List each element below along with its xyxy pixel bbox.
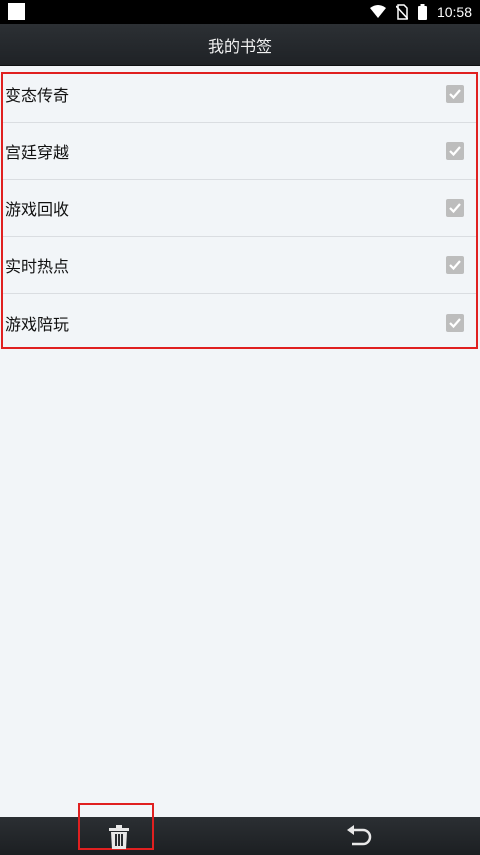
bookmark-checkbox[interactable] — [446, 313, 464, 332]
undo-arrow-icon[interactable] — [346, 825, 372, 849]
check-icon — [449, 146, 461, 157]
list-item[interactable]: 变态传奇 — [3, 66, 476, 123]
status-bar: 10:58 — [0, 0, 480, 24]
bookmark-checkbox[interactable] — [446, 85, 464, 103]
bookmark-checkbox[interactable] — [446, 256, 464, 274]
page-title: 我的书签 — [207, 36, 272, 56]
list-item[interactable]: 游戏回收 — [3, 180, 476, 237]
bookmark-label: 宫廷穿越 — [5, 143, 70, 162]
check-icon — [449, 317, 461, 328]
trash-icon[interactable] — [107, 825, 131, 849]
battery-icon — [417, 4, 427, 20]
list-item[interactable]: 宫廷穿越 — [3, 123, 476, 180]
notification-icon — [8, 3, 25, 20]
bookmark-label: 实时热点 — [5, 257, 70, 276]
wifi-icon — [369, 5, 386, 18]
check-icon — [449, 89, 461, 100]
bookmark-label: 游戏回收 — [5, 200, 70, 219]
list-item[interactable]: 游戏陪玩 — [3, 294, 476, 351]
bookmark-label: 游戏陪玩 — [5, 314, 70, 334]
title-bar: 我的书签 — [0, 24, 480, 66]
check-icon — [449, 203, 461, 214]
status-icons: 10:58 — [369, 2, 472, 22]
list-item[interactable]: 实时热点 — [3, 237, 476, 294]
bookmark-label: 变态传奇 — [5, 86, 70, 105]
no-sim-icon — [395, 4, 408, 20]
bookmark-checkbox[interactable] — [446, 142, 464, 160]
check-icon — [449, 260, 461, 271]
bookmark-checkbox[interactable] — [446, 199, 464, 217]
bottom-toolbar — [0, 817, 480, 855]
clock: 10:58 — [436, 4, 472, 20]
